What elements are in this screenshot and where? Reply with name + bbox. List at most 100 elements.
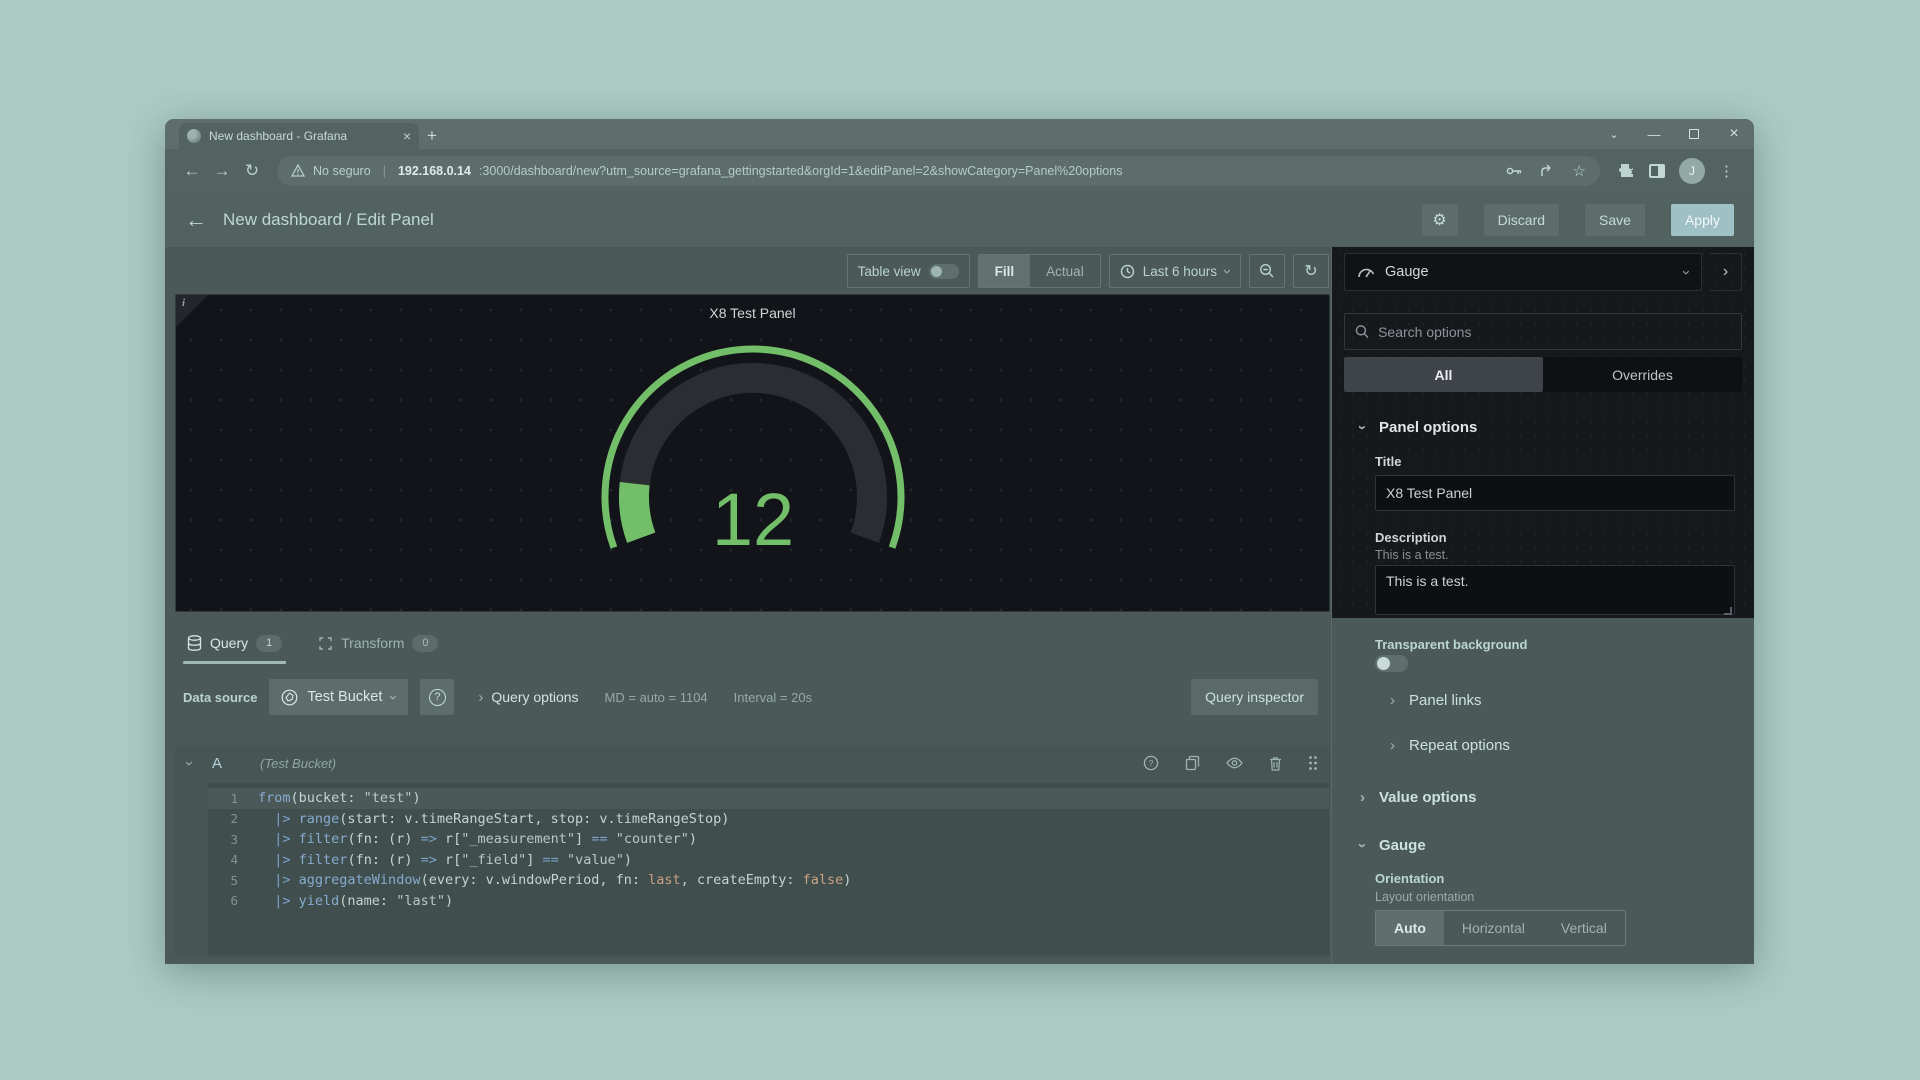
time-range-picker[interactable]: Last 6 hours › bbox=[1109, 254, 1241, 288]
query-tab-label: Query bbox=[210, 635, 248, 651]
search-icon bbox=[1355, 324, 1369, 339]
query-inspector-button[interactable]: Query inspector bbox=[1191, 679, 1318, 715]
visualization-picker[interactable]: Gauge › bbox=[1344, 253, 1702, 291]
description-field-label: Description bbox=[1375, 530, 1447, 545]
panel-links-label: Panel links bbox=[1409, 692, 1482, 709]
browser-actions: J ⋮ bbox=[1610, 158, 1742, 184]
extensions-puzzle-icon[interactable] bbox=[1618, 162, 1635, 179]
share-icon[interactable] bbox=[1540, 164, 1555, 177]
apply-button[interactable]: Apply bbox=[1671, 204, 1734, 236]
zoom-out-button[interactable] bbox=[1249, 254, 1285, 288]
gauge-value-text: 12 bbox=[711, 478, 793, 561]
drag-handle-icon[interactable] bbox=[1308, 755, 1318, 771]
chevron-right-icon: › bbox=[1390, 693, 1395, 708]
orientation-hint: Layout orientation bbox=[1375, 890, 1474, 904]
repeat-options-label: Repeat options bbox=[1409, 737, 1510, 754]
breadcrumb[interactable]: New dashboard / Edit Panel bbox=[223, 210, 434, 230]
code-line[interactable]: 3 |> filter(fn: (r) => r["_measurement"]… bbox=[208, 829, 1329, 850]
options-search-input[interactable] bbox=[1378, 324, 1731, 340]
minimize-button[interactable]: — bbox=[1634, 121, 1674, 147]
collapse-query-icon[interactable]: › bbox=[182, 761, 197, 766]
discard-button[interactable]: Discard bbox=[1484, 204, 1559, 236]
tab-query[interactable]: Query 1 bbox=[183, 622, 286, 664]
maximize-button[interactable] bbox=[1674, 121, 1714, 147]
fill-actual-segment: Fill Actual bbox=[978, 254, 1101, 288]
transparent-bg-label: Transparent background bbox=[1375, 637, 1527, 652]
save-button[interactable]: Save bbox=[1585, 204, 1645, 236]
description-hint: This is a test. bbox=[1375, 548, 1449, 562]
back-icon[interactable]: ← bbox=[177, 156, 207, 186]
close-window-button[interactable]: × bbox=[1714, 121, 1754, 147]
svg-text:?: ? bbox=[1149, 758, 1154, 768]
code-line[interactable]: 5 |> aggregateWindow(every: v.windowPeri… bbox=[208, 870, 1329, 891]
tab-transform[interactable]: Transform 0 bbox=[314, 622, 442, 664]
value-options-section-header[interactable]: › Value options bbox=[1360, 789, 1477, 806]
forward-icon[interactable]: → bbox=[207, 156, 237, 186]
tab-close-icon[interactable]: × bbox=[403, 129, 411, 143]
browser-menu-icon[interactable]: ⋮ bbox=[1719, 162, 1734, 180]
new-tab-button[interactable]: + bbox=[419, 123, 445, 149]
bookmark-star-icon[interactable]: ☆ bbox=[1573, 162, 1586, 180]
profile-avatar[interactable]: J bbox=[1679, 158, 1705, 184]
time-range-label: Last 6 hours bbox=[1143, 264, 1217, 279]
transparent-bg-toggle[interactable] bbox=[1375, 655, 1408, 672]
table-view-control: Table view bbox=[847, 254, 970, 288]
flux-code-editor[interactable]: 1from(bucket: "test")2 |> range(start: v… bbox=[208, 783, 1329, 955]
delete-query-trash-icon[interactable] bbox=[1269, 756, 1282, 771]
options-search[interactable] bbox=[1344, 313, 1742, 350]
code-line[interactable]: 4 |> filter(fn: (r) => r["_field"] == "v… bbox=[208, 850, 1329, 871]
code-line[interactable]: 2 |> range(start: v.timeRangeStart, stop… bbox=[208, 809, 1329, 830]
browser-window: New dashboard - Grafana × + ⌄ — × ← → ↻ … bbox=[165, 119, 1754, 964]
reload-icon[interactable]: ↻ bbox=[237, 156, 267, 186]
panel-links-expander[interactable]: › Panel links bbox=[1390, 692, 1482, 709]
datasource-picker[interactable]: Test Bucket › bbox=[269, 679, 408, 715]
panel-title-input[interactable] bbox=[1375, 475, 1735, 511]
browser-tab[interactable]: New dashboard - Grafana × bbox=[179, 123, 419, 149]
datasource-row: Data source Test Bucket › ? › Query opti… bbox=[183, 676, 1330, 718]
database-icon bbox=[187, 635, 202, 651]
line-number: 4 bbox=[208, 852, 238, 867]
query-options-label: Query options bbox=[491, 689, 578, 705]
panel-description-textarea[interactable]: This is a test. bbox=[1375, 565, 1735, 615]
panel-preview[interactable]: i X8 Test Panel 12 bbox=[175, 294, 1330, 612]
query-ref-id[interactable]: A bbox=[212, 755, 222, 772]
query-options-expander[interactable]: › Query options bbox=[478, 689, 578, 705]
tab-all-options[interactable]: All bbox=[1344, 357, 1543, 392]
panel-options-section-header[interactable]: › Panel options bbox=[1332, 415, 1754, 439]
collapse-sidebar-button[interactable]: › bbox=[1710, 253, 1742, 291]
restore-icon bbox=[1689, 129, 1699, 139]
disable-query-eye-icon[interactable] bbox=[1226, 757, 1243, 769]
transform-tab-label: Transform bbox=[341, 635, 404, 651]
code-line[interactable]: 1from(bucket: "test") bbox=[208, 788, 1329, 809]
table-view-toggle[interactable] bbox=[929, 264, 959, 279]
orientation-auto-button[interactable]: Auto bbox=[1376, 911, 1444, 945]
duplicate-query-icon[interactable] bbox=[1185, 755, 1200, 771]
chevron-right-icon: › bbox=[1390, 738, 1395, 753]
side-panel-icon[interactable] bbox=[1649, 164, 1665, 178]
back-to-dashboard-icon[interactable]: ← bbox=[185, 207, 207, 233]
datasource-help-button[interactable]: ? bbox=[420, 679, 454, 715]
actual-button[interactable]: Actual bbox=[1030, 255, 1100, 287]
tab-overrides[interactable]: Overrides bbox=[1543, 357, 1742, 392]
query-help-icon[interactable]: ? bbox=[1143, 755, 1159, 771]
fill-button[interactable]: Fill bbox=[979, 255, 1031, 287]
orientation-horizontal-button[interactable]: Horizontal bbox=[1444, 911, 1543, 945]
key-icon[interactable] bbox=[1506, 166, 1522, 176]
code-line[interactable]: 6 |> yield(name: "last") bbox=[208, 891, 1329, 912]
panel-settings-gear-icon[interactable]: ⚙ bbox=[1422, 204, 1458, 236]
grafana-header: ← New dashboard / Edit Panel ⚙ Discard S… bbox=[165, 192, 1754, 247]
panel-title[interactable]: X8 Test Panel bbox=[176, 305, 1329, 321]
orientation-vertical-button[interactable]: Vertical bbox=[1543, 911, 1625, 945]
line-number: 6 bbox=[208, 893, 238, 908]
gauge-section-header[interactable]: › Gauge bbox=[1332, 833, 1754, 857]
refresh-button[interactable]: ↻ bbox=[1293, 254, 1329, 288]
address-bar[interactable]: No seguro | 192.168.0.14 :3000/dashboard… bbox=[277, 156, 1600, 186]
repeat-options-expander[interactable]: › Repeat options bbox=[1390, 737, 1510, 754]
line-number: 1 bbox=[208, 791, 238, 806]
textarea-resize-handle[interactable] bbox=[1724, 607, 1732, 615]
gauge-icon bbox=[1357, 266, 1375, 278]
browser-tab-strip: New dashboard - Grafana × + ⌄ — × bbox=[165, 119, 1754, 149]
interval-stat: Interval = 20s bbox=[734, 690, 812, 705]
tab-search-chevron-icon[interactable]: ⌄ bbox=[1594, 121, 1634, 147]
transform-icon bbox=[318, 636, 333, 651]
